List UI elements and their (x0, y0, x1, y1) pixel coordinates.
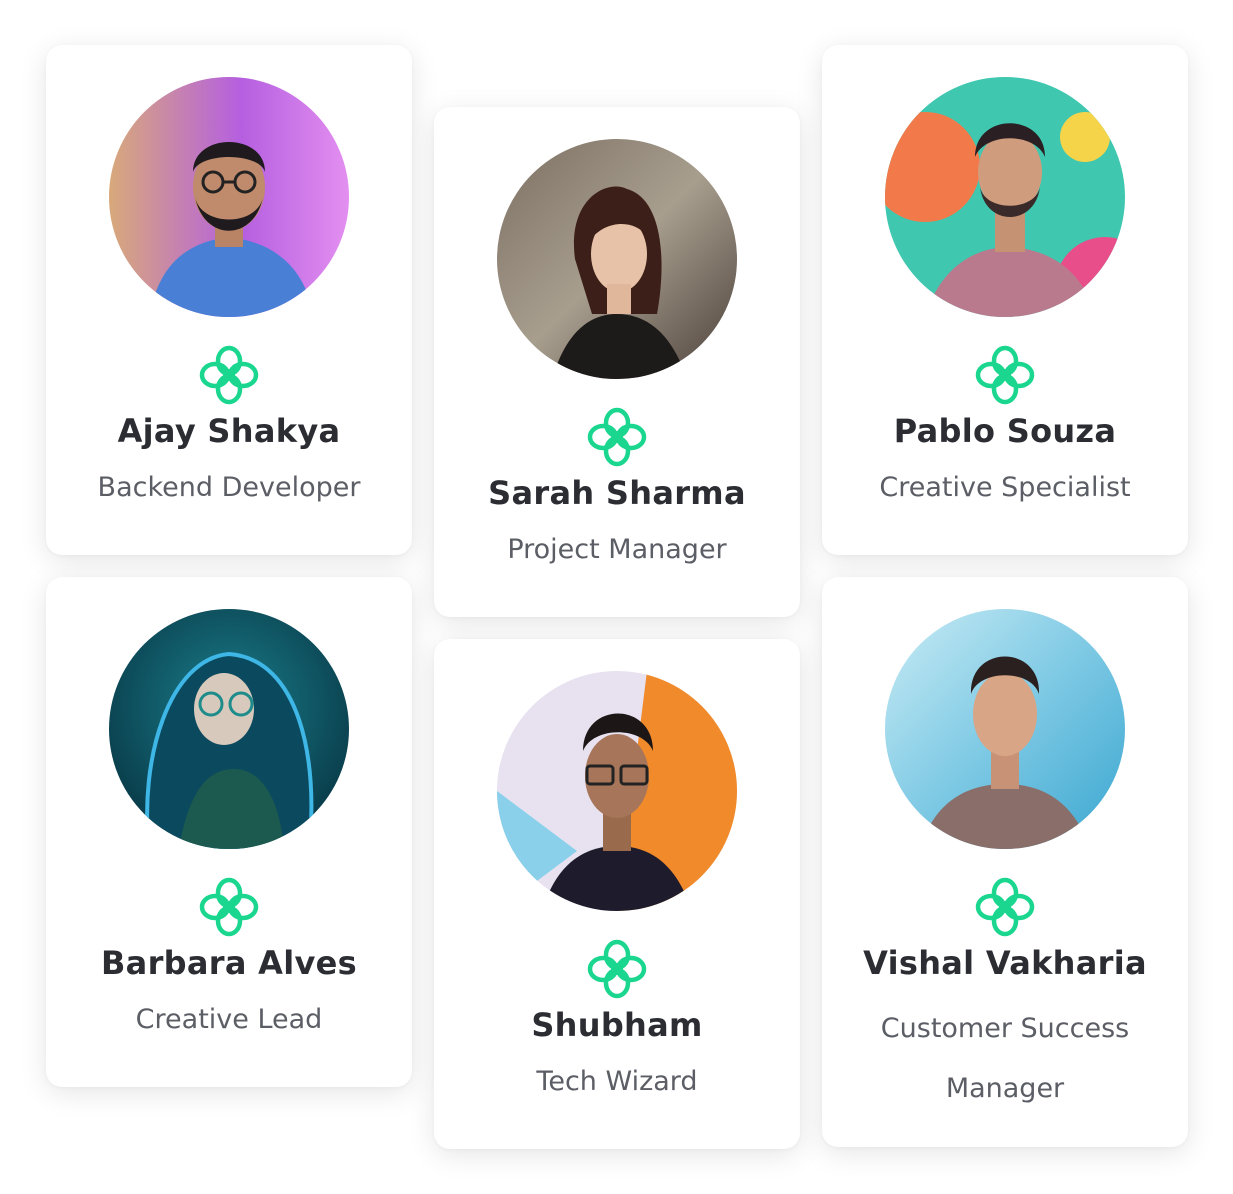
member-name: Vishal Vakharia (863, 944, 1147, 982)
avatar (109, 609, 349, 849)
team-card: Shubham Tech Wizard (434, 639, 800, 1149)
member-name: Barbara Alves (100, 944, 358, 982)
clover-badge-icon (587, 407, 647, 467)
team-card: Pablo Souza Creative Specialist (822, 45, 1188, 555)
team-card: Sarah Sharma Project Manager (434, 107, 800, 617)
team-card: Ajay Shakya Backend Developer (46, 45, 412, 555)
member-name: Sarah Sharma (488, 474, 746, 512)
member-role: Project Manager (507, 534, 727, 565)
member-name: Shubham (531, 1006, 703, 1044)
clover-badge-icon (199, 877, 259, 937)
member-name: Ajay Shakya (117, 412, 341, 450)
clover-badge-icon (975, 877, 1035, 937)
member-role: Creative Lead (135, 1004, 323, 1035)
member-name: Pablo Souza (893, 412, 1117, 450)
avatar (885, 77, 1125, 317)
team-card: Barbara Alves Creative Lead (46, 577, 412, 1087)
member-role: Backend Developer (97, 472, 361, 503)
avatar (497, 139, 737, 379)
avatar (497, 671, 737, 911)
member-role: Creative Specialist (879, 472, 1131, 503)
member-role: Customer Success Manager (880, 1013, 1130, 1104)
avatar (109, 77, 349, 317)
clover-badge-icon (199, 345, 259, 405)
team-card: Vishal Vakharia Customer Success Manager (822, 577, 1188, 1147)
avatar (885, 609, 1125, 849)
clover-badge-icon (975, 345, 1035, 405)
member-role: Tech Wizard (536, 1066, 698, 1097)
clover-badge-icon (587, 939, 647, 999)
